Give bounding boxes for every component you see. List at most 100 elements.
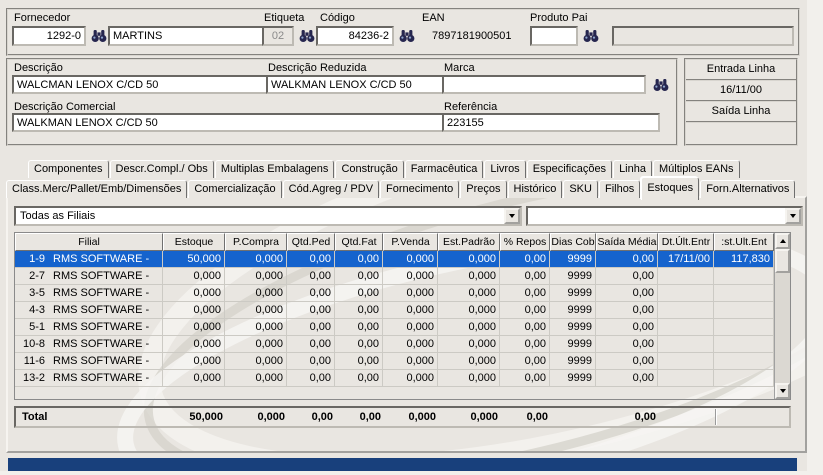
description-group: Descrição Descrição Reduzida Marca Descr… bbox=[6, 58, 678, 146]
filial-cell: 11-6RMS SOFTWARE - bbox=[15, 353, 163, 370]
cell-dias-cob: 9999 bbox=[550, 353, 596, 370]
saida-linha-value bbox=[686, 123, 796, 144]
secondary-filter-dropdown-button[interactable] bbox=[785, 208, 801, 224]
entrada-linha-label: Entrada Linha bbox=[686, 60, 796, 81]
column-header-dt-lt-entr[interactable]: Dt.Últ.Entr bbox=[658, 233, 714, 251]
filial-cell: 3-5RMS SOFTWARE - bbox=[15, 285, 163, 302]
cell-sa-da-m-dia: 0,00 bbox=[596, 251, 658, 268]
marca-label: Marca bbox=[444, 62, 475, 74]
referencia-field[interactable] bbox=[442, 113, 660, 132]
marca-lookup-icon[interactable] bbox=[652, 77, 669, 92]
scroll-down-icon bbox=[780, 389, 786, 393]
tab-forn-alternativos[interactable]: Forn.Alternativos bbox=[700, 180, 795, 198]
secondary-filter-select[interactable] bbox=[526, 206, 803, 226]
column-header-p-venda[interactable]: P.Venda bbox=[383, 233, 438, 251]
scroll-up-icon bbox=[780, 239, 786, 243]
cell-qtd-ped: 0,00 bbox=[287, 319, 335, 336]
tab-comercializa-o[interactable]: Comercialização bbox=[188, 180, 281, 198]
branch-filter-select[interactable]: Todas as Filiais bbox=[14, 206, 522, 226]
column-header-qtd-fat[interactable]: Qtd.Fat bbox=[335, 233, 383, 251]
fornecedor-code-field[interactable] bbox=[12, 26, 86, 46]
column-header-st-ult-ent[interactable]: :st.Ult.Ent bbox=[714, 233, 774, 251]
filial-cell: 5-1RMS SOFTWARE - bbox=[15, 319, 163, 336]
cell-st-ult-ent bbox=[714, 285, 774, 302]
table-row-filial-13-2[interactable]: 13-2RMS SOFTWARE -0,0000,0000,000,000,00… bbox=[15, 370, 790, 387]
table-row-filial-3-5[interactable]: 3-5RMS SOFTWARE -0,0000,0000,000,000,000… bbox=[15, 285, 790, 302]
codigo-field[interactable] bbox=[316, 26, 394, 46]
cell-dias-cob: 9999 bbox=[550, 251, 596, 268]
scroll-down-button[interactable] bbox=[775, 383, 790, 399]
total-p-compra: 0,000 bbox=[226, 411, 288, 423]
filial-name: RMS SOFTWARE - bbox=[53, 353, 149, 369]
fornecedor-name-field[interactable] bbox=[108, 26, 266, 46]
descricao-comercial-field[interactable] bbox=[12, 113, 448, 132]
column-header-estoque[interactable]: Estoque bbox=[163, 233, 225, 251]
cell-sa-da-m-dia: 0,00 bbox=[596, 268, 658, 285]
table-row-filial-4-3[interactable]: 4-3RMS SOFTWARE -0,0000,0000,000,000,000… bbox=[15, 302, 790, 319]
scroll-up-button[interactable] bbox=[775, 233, 790, 249]
column-header-est-padr-o[interactable]: Est.Padrão bbox=[438, 233, 500, 251]
tab-bar-row2: Class.Merc/Pallet/Emb/DimensõesComercial… bbox=[6, 176, 795, 198]
descricao-field[interactable] bbox=[12, 75, 268, 94]
total-sa-da-m-dia: 0,00 bbox=[597, 411, 659, 423]
vertical-scrollbar[interactable] bbox=[774, 233, 790, 399]
cell-st-ult-ent bbox=[714, 302, 774, 319]
total-repos: 0,00 bbox=[501, 411, 551, 423]
filial-name: RMS SOFTWARE - bbox=[53, 268, 149, 284]
filial-cell: 13-2RMS SOFTWARE - bbox=[15, 370, 163, 387]
tab-estoques[interactable]: Estoques bbox=[641, 177, 699, 200]
marca-field[interactable] bbox=[442, 75, 646, 94]
scrollbar-thumb[interactable] bbox=[775, 249, 790, 273]
cell-est-padr-o: 0,000 bbox=[438, 251, 500, 268]
table-row-filial-11-6[interactable]: 11-6RMS SOFTWARE -0,0000,0000,000,000,00… bbox=[15, 353, 790, 370]
tab-sku[interactable]: SKU bbox=[563, 180, 598, 198]
cell-p-compra: 0,000 bbox=[225, 336, 287, 353]
etiqueta-lookup-icon[interactable] bbox=[298, 28, 315, 43]
cell-repos: 0,00 bbox=[500, 268, 550, 285]
tab-c-d-agreg-pdv[interactable]: Cód.Agreg / PDV bbox=[283, 180, 379, 198]
cell-p-compra: 0,000 bbox=[225, 353, 287, 370]
chevron-down-icon bbox=[790, 214, 796, 218]
filial-cell: 1-9RMS SOFTWARE - bbox=[15, 251, 163, 268]
produto-pai-field[interactable] bbox=[530, 26, 578, 46]
branch-filter-dropdown-button[interactable] bbox=[504, 208, 520, 224]
cell-dt-lt-entr bbox=[658, 268, 714, 285]
window-edge-right bbox=[807, 0, 823, 475]
column-header-repos[interactable]: % Repos bbox=[500, 233, 550, 251]
fornecedor-lookup-icon[interactable] bbox=[90, 28, 107, 43]
cell-p-compra: 0,000 bbox=[225, 302, 287, 319]
produto-pai-lookup-icon[interactable] bbox=[582, 28, 599, 43]
grid-header-row: FilialEstoqueP.CompraQtd.PedQtd.FatP.Ven… bbox=[15, 233, 790, 251]
tab-filhos[interactable]: Filhos bbox=[599, 180, 640, 198]
descricao-label: Descrição bbox=[14, 62, 63, 74]
tab-pre-os[interactable]: Preços bbox=[460, 180, 506, 198]
cell-sa-da-m-dia: 0,00 bbox=[596, 336, 658, 353]
descricao-reduzida-label: Descrição Reduzida bbox=[268, 62, 366, 74]
supplier-group: Fornecedor Etiqueta Código EAN 789718190… bbox=[6, 8, 800, 56]
table-row-filial-1-9[interactable]: 1-9RMS SOFTWARE -50,0000,0000,000,000,00… bbox=[15, 251, 790, 268]
column-header-qtd-ped[interactable]: Qtd.Ped bbox=[287, 233, 335, 251]
table-row-filial-5-1[interactable]: 5-1RMS SOFTWARE -0,0000,0000,000,000,000… bbox=[15, 319, 790, 336]
tab-fornecimento[interactable]: Fornecimento bbox=[380, 180, 459, 198]
filial-code: 5-1 bbox=[15, 319, 45, 335]
cell-st-ult-ent: 117,830 bbox=[714, 251, 774, 268]
product-registration-window: Fornecedor Etiqueta Código EAN 789718190… bbox=[0, 0, 807, 471]
cell-qtd-ped: 0,00 bbox=[287, 251, 335, 268]
cell-repos: 0,00 bbox=[500, 251, 550, 268]
descricao-reduzida-field[interactable] bbox=[266, 75, 444, 94]
cell-p-compra: 0,000 bbox=[225, 370, 287, 387]
descricao-comercial-label: Descrição Comercial bbox=[14, 101, 115, 113]
etiqueta-field bbox=[262, 26, 294, 46]
tab-hist-rico[interactable]: Histórico bbox=[508, 180, 563, 198]
totals-bar: Total50,0000,0000,000,000,0000,0000,000,… bbox=[14, 406, 791, 428]
column-header-dias-cob[interactable]: Dias Cob bbox=[550, 233, 596, 251]
filial-code: 2-7 bbox=[15, 268, 45, 284]
table-row-filial-10-8[interactable]: 10-8RMS SOFTWARE -0,0000,0000,000,000,00… bbox=[15, 336, 790, 353]
codigo-lookup-icon[interactable] bbox=[398, 28, 415, 43]
column-header-sa-da-m-dia[interactable]: Saída Média bbox=[596, 233, 658, 251]
cell-dias-cob: 9999 bbox=[550, 336, 596, 353]
column-header-p-compra[interactable]: P.Compra bbox=[225, 233, 287, 251]
table-row-filial-2-7[interactable]: 2-7RMS SOFTWARE -0,0000,0000,000,000,000… bbox=[15, 268, 790, 285]
tab-class-merc-pallet-emb-dimens-es[interactable]: Class.Merc/Pallet/Emb/Dimensões bbox=[6, 180, 187, 198]
column-header-filial[interactable]: Filial bbox=[15, 233, 163, 251]
